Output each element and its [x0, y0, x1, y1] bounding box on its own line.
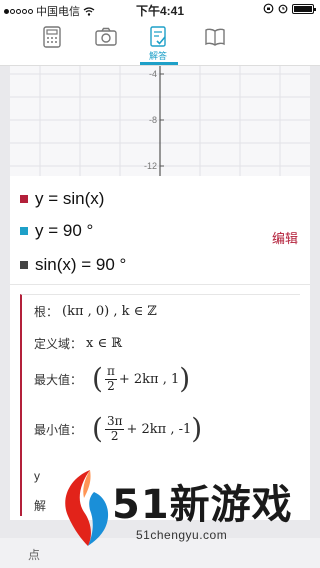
min-row: 最小值： ( 3π 2 + 2kπ , -1 ) — [34, 415, 202, 443]
equation-row-1[interactable]: y = sin(x) — [20, 184, 104, 214]
equation-text: y = sin(x) — [35, 189, 105, 208]
domain-value: x ∈ ℝ — [86, 336, 123, 351]
domain-row: 定义域： x ∈ ℝ — [34, 335, 122, 352]
y-tick-label: -12 — [144, 161, 157, 171]
max-label: 最大值： — [34, 372, 83, 387]
top-toolbar: 解答 — [0, 18, 320, 66]
roots-row: 根： (kπ , 0) , k ∈ ℤ — [34, 303, 157, 320]
equation-row-2[interactable]: y = 90 ° — [20, 216, 93, 246]
min-value: ( 3π 2 + 2kπ , -1 ) — [92, 412, 203, 445]
divider — [10, 284, 310, 285]
min-rest: + 2kπ , -1 — [126, 421, 192, 437]
calculator-icon[interactable] — [42, 26, 62, 48]
max-rest: + 2kπ , 1 — [118, 371, 180, 387]
max-value: ( π2 + 2kπ , 1 ) — [92, 362, 191, 395]
partial-y: y — [34, 469, 40, 483]
y-tick-label: -4 — [149, 69, 157, 79]
color-swatch — [20, 195, 28, 203]
max-frac-den: 2 — [107, 378, 115, 393]
alarm-icon — [278, 4, 288, 14]
min-frac-den: 2 — [110, 428, 119, 443]
book-icon[interactable] — [204, 26, 226, 48]
tab-answer[interactable]: 解答 — [148, 26, 168, 62]
min-label: 最小值： — [34, 422, 83, 437]
color-swatch — [20, 261, 28, 269]
partial-row: y — [34, 469, 40, 483]
equation-text: y = 90 ° — [35, 221, 94, 240]
status-bar: 中国电信 下午4:41 — [0, 0, 320, 18]
equation-row-3[interactable]: sin(x) = 90 ° — [20, 250, 126, 280]
roots-value: (kπ , 0) , k ∈ ℤ — [62, 304, 157, 319]
partial-row: 解 — [34, 497, 46, 514]
axis-ticks — [160, 73, 164, 167]
bottom-label[interactable]: 点 — [28, 546, 40, 563]
active-tab-indicator — [140, 62, 178, 65]
edit-button[interactable]: 编辑 — [272, 228, 298, 247]
roots-label: 根： — [34, 305, 59, 319]
watermark-logo: 51新游戏 51chengyu.com — [60, 468, 300, 550]
equation-text: sin(x) = 90 ° — [35, 255, 127, 274]
color-swatch — [20, 227, 28, 235]
y-tick-label: -8 — [149, 115, 157, 125]
menu-icon[interactable] — [0, 26, 6, 46]
logo-mark — [65, 470, 109, 546]
max-frac-num: π — [104, 364, 117, 380]
battery-icon — [292, 3, 316, 14]
graph-canvas[interactable]: -4 -8 -12 — [10, 66, 310, 176]
tab-answer-label: 解答 — [148, 51, 167, 61]
partial-jie: 解 — [34, 499, 47, 513]
answer-icon — [150, 26, 166, 47]
camera-icon[interactable] — [94, 26, 118, 48]
domain-label: 定义域： — [34, 337, 83, 351]
min-frac-num: 3π — [104, 414, 125, 430]
watermark-brand: 51新游戏 — [112, 482, 293, 528]
orientation-lock-icon — [263, 3, 274, 14]
watermark-url: 51chengyu.com — [136, 528, 228, 542]
max-row: 最大值： ( π2 + 2kπ , 1 ) — [34, 365, 190, 393]
